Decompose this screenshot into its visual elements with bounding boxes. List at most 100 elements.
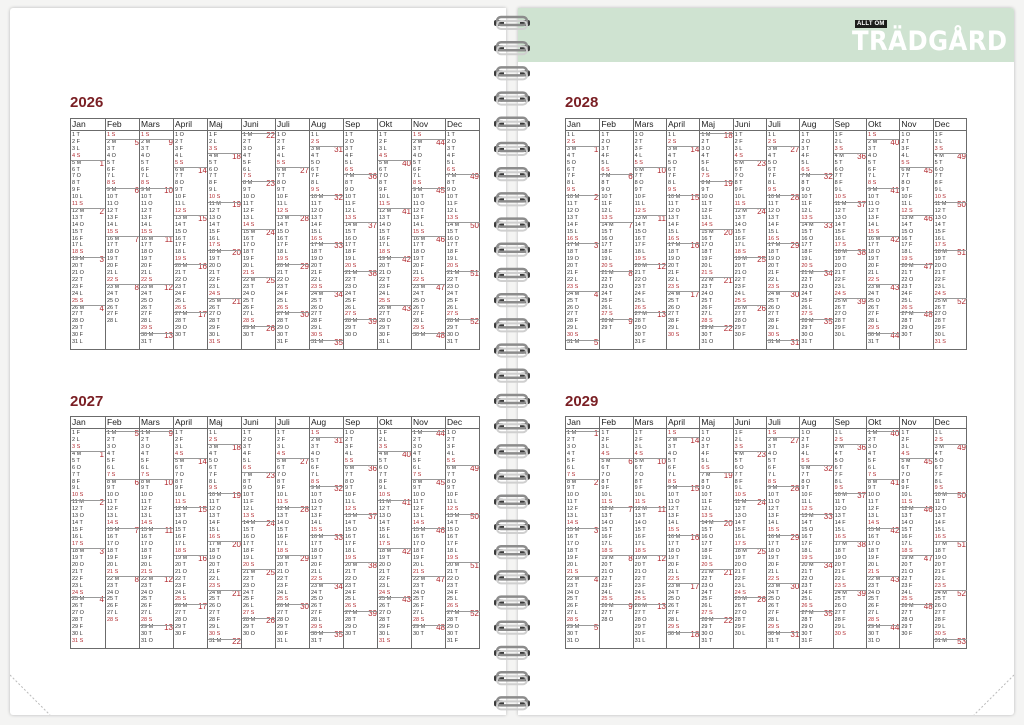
day-cell: 25 O — [141, 297, 153, 304]
day-cell: 2 L — [834, 138, 843, 145]
day-cell: 19 M — [72, 256, 85, 263]
month-header: Jan — [72, 119, 86, 129]
day-cell: 19 T — [311, 554, 322, 561]
day-cell: 6 F — [311, 464, 319, 471]
day-cell: 19 T — [734, 554, 746, 561]
day-cell: 23 M — [868, 283, 881, 290]
day-cell: 30 L — [834, 332, 846, 339]
month-header-divider — [900, 130, 934, 131]
day-cell: 4 M — [72, 450, 82, 457]
day-cell: 5 L — [801, 159, 809, 166]
day-cell: 2 T — [901, 138, 910, 145]
day-cell: 13 L — [107, 513, 118, 520]
day-cell: 29 L — [209, 624, 220, 631]
day-cell: 1 M — [567, 430, 577, 436]
day-cell: 15 L — [834, 527, 846, 534]
day-cell: 29 O — [175, 325, 187, 332]
day-cell: 29 M — [567, 624, 580, 631]
day-cell: 17 F — [277, 242, 289, 249]
week-divider — [833, 298, 867, 300]
month-column: Feb 1 T2 O3 T4 F5 L6 S7 M68 T9 O 10 T 11 F1… — [599, 119, 634, 349]
day-cell: 8 O — [277, 180, 286, 187]
day-cell: 14 O — [72, 221, 84, 228]
month-header-divider — [600, 428, 634, 429]
day-cell: 26 M — [72, 304, 85, 311]
day-cell: 21 O — [901, 568, 914, 575]
month-header-divider — [412, 130, 446, 131]
day-cell: 23 L — [209, 283, 220, 290]
day-cell: 20 T — [277, 561, 288, 568]
day-cell: 28 S — [107, 617, 119, 624]
day-cell: 1 O — [345, 430, 354, 436]
week-divider — [900, 555, 934, 557]
week-divider — [566, 242, 600, 244]
day-cell: 18 L — [277, 249, 288, 256]
day-cell: 28 O — [379, 318, 391, 325]
week-divider — [833, 201, 867, 203]
day-cell: 24 M — [311, 290, 324, 297]
week-divider — [700, 617, 734, 619]
day-cell: 15 T — [801, 228, 813, 235]
week-divider — [767, 194, 801, 196]
day-cell: 14 L — [668, 520, 679, 527]
day-cell: 25 M — [934, 297, 947, 304]
day-cell: 3 S — [379, 443, 388, 450]
day-cell: 9 S — [934, 485, 943, 492]
week-divider — [767, 146, 801, 148]
day-cell: 5 O — [567, 159, 576, 166]
day-cell: 19 T — [834, 256, 846, 263]
day-cell: 20 L — [567, 561, 578, 568]
day-cell: 30 T — [243, 332, 254, 339]
day-cell: 10 L — [72, 194, 83, 201]
day-cell: 22 L — [311, 276, 322, 283]
day-cell: 18 S — [277, 547, 289, 554]
day-cell: 13 T — [901, 513, 913, 520]
month-header: Feb — [107, 119, 122, 129]
day-cell: 7 T — [175, 173, 183, 180]
month-header-divider — [71, 130, 105, 131]
month-header-divider — [242, 428, 276, 429]
day-cell: 23 F — [601, 582, 613, 589]
day-cell: 23 T — [175, 283, 186, 290]
year-calendar: Jan 1 M12 T3 O4 T5 F6 L7 S8 M29 T 10 O 11 T… — [565, 416, 967, 649]
day-cell: 12 S — [277, 207, 289, 214]
week-divider — [242, 569, 276, 571]
month-column: Okt 1 S2 M 40 3 T4 O5 T6 F7 L8 S9 M 41 10 T 11… — [866, 119, 901, 349]
corner-fold-decoration — [10, 674, 51, 715]
spiral-ring — [494, 40, 530, 56]
month-column: Nov 1 O2 T3 F4 L5 S6 M 45 7 T8 O9 T 10 F 11 L… — [899, 119, 934, 349]
day-cell: 8 L — [934, 478, 943, 485]
month-column: Mars 1 T2 F3 L4 S5 M 10 6 T7 O8 T9 F 10 L 11 … — [632, 417, 667, 648]
week-divider — [208, 590, 242, 592]
day-cell: 20 T — [72, 263, 83, 270]
day-cell: 5 O — [311, 159, 320, 166]
day-cell: 16 S — [768, 235, 780, 242]
day-cell: 17 T — [768, 540, 779, 547]
week-divider — [600, 173, 634, 175]
day-cell: 9 O — [701, 485, 711, 492]
day-cell: 15 F — [209, 228, 221, 235]
day-cell: 1 F — [209, 132, 217, 138]
week-divider — [733, 160, 767, 162]
day-cell: 17 S — [834, 242, 846, 249]
day-cell: 4 T — [834, 450, 843, 457]
day-cell: 18 T — [567, 249, 578, 256]
day-cell: 2 T — [868, 436, 876, 443]
day-cell: 27 S — [601, 311, 613, 318]
day-cell: 14 T — [634, 221, 646, 228]
month-column: Feb 1 M52 T3 O4 T5 F6 L7 S8 M69 T 10 O 11 T… — [105, 417, 140, 648]
week-divider — [767, 583, 801, 585]
day-cell: 13 S — [243, 513, 255, 520]
day-cell: 23 O — [243, 582, 255, 589]
day-cell: 19 S — [801, 554, 813, 561]
week-divider — [208, 298, 242, 300]
day-cell: 9 T — [243, 187, 251, 194]
day-cell: 14 O — [901, 520, 914, 527]
day-cell: 19 T — [379, 554, 390, 561]
day-cell: 29 F — [209, 325, 221, 332]
week-divider — [900, 311, 934, 313]
day-cell: 27 L — [701, 311, 713, 318]
day-cell: 16 O — [601, 235, 614, 242]
week-divider — [800, 270, 834, 272]
day-cell: 14 O — [601, 520, 614, 527]
